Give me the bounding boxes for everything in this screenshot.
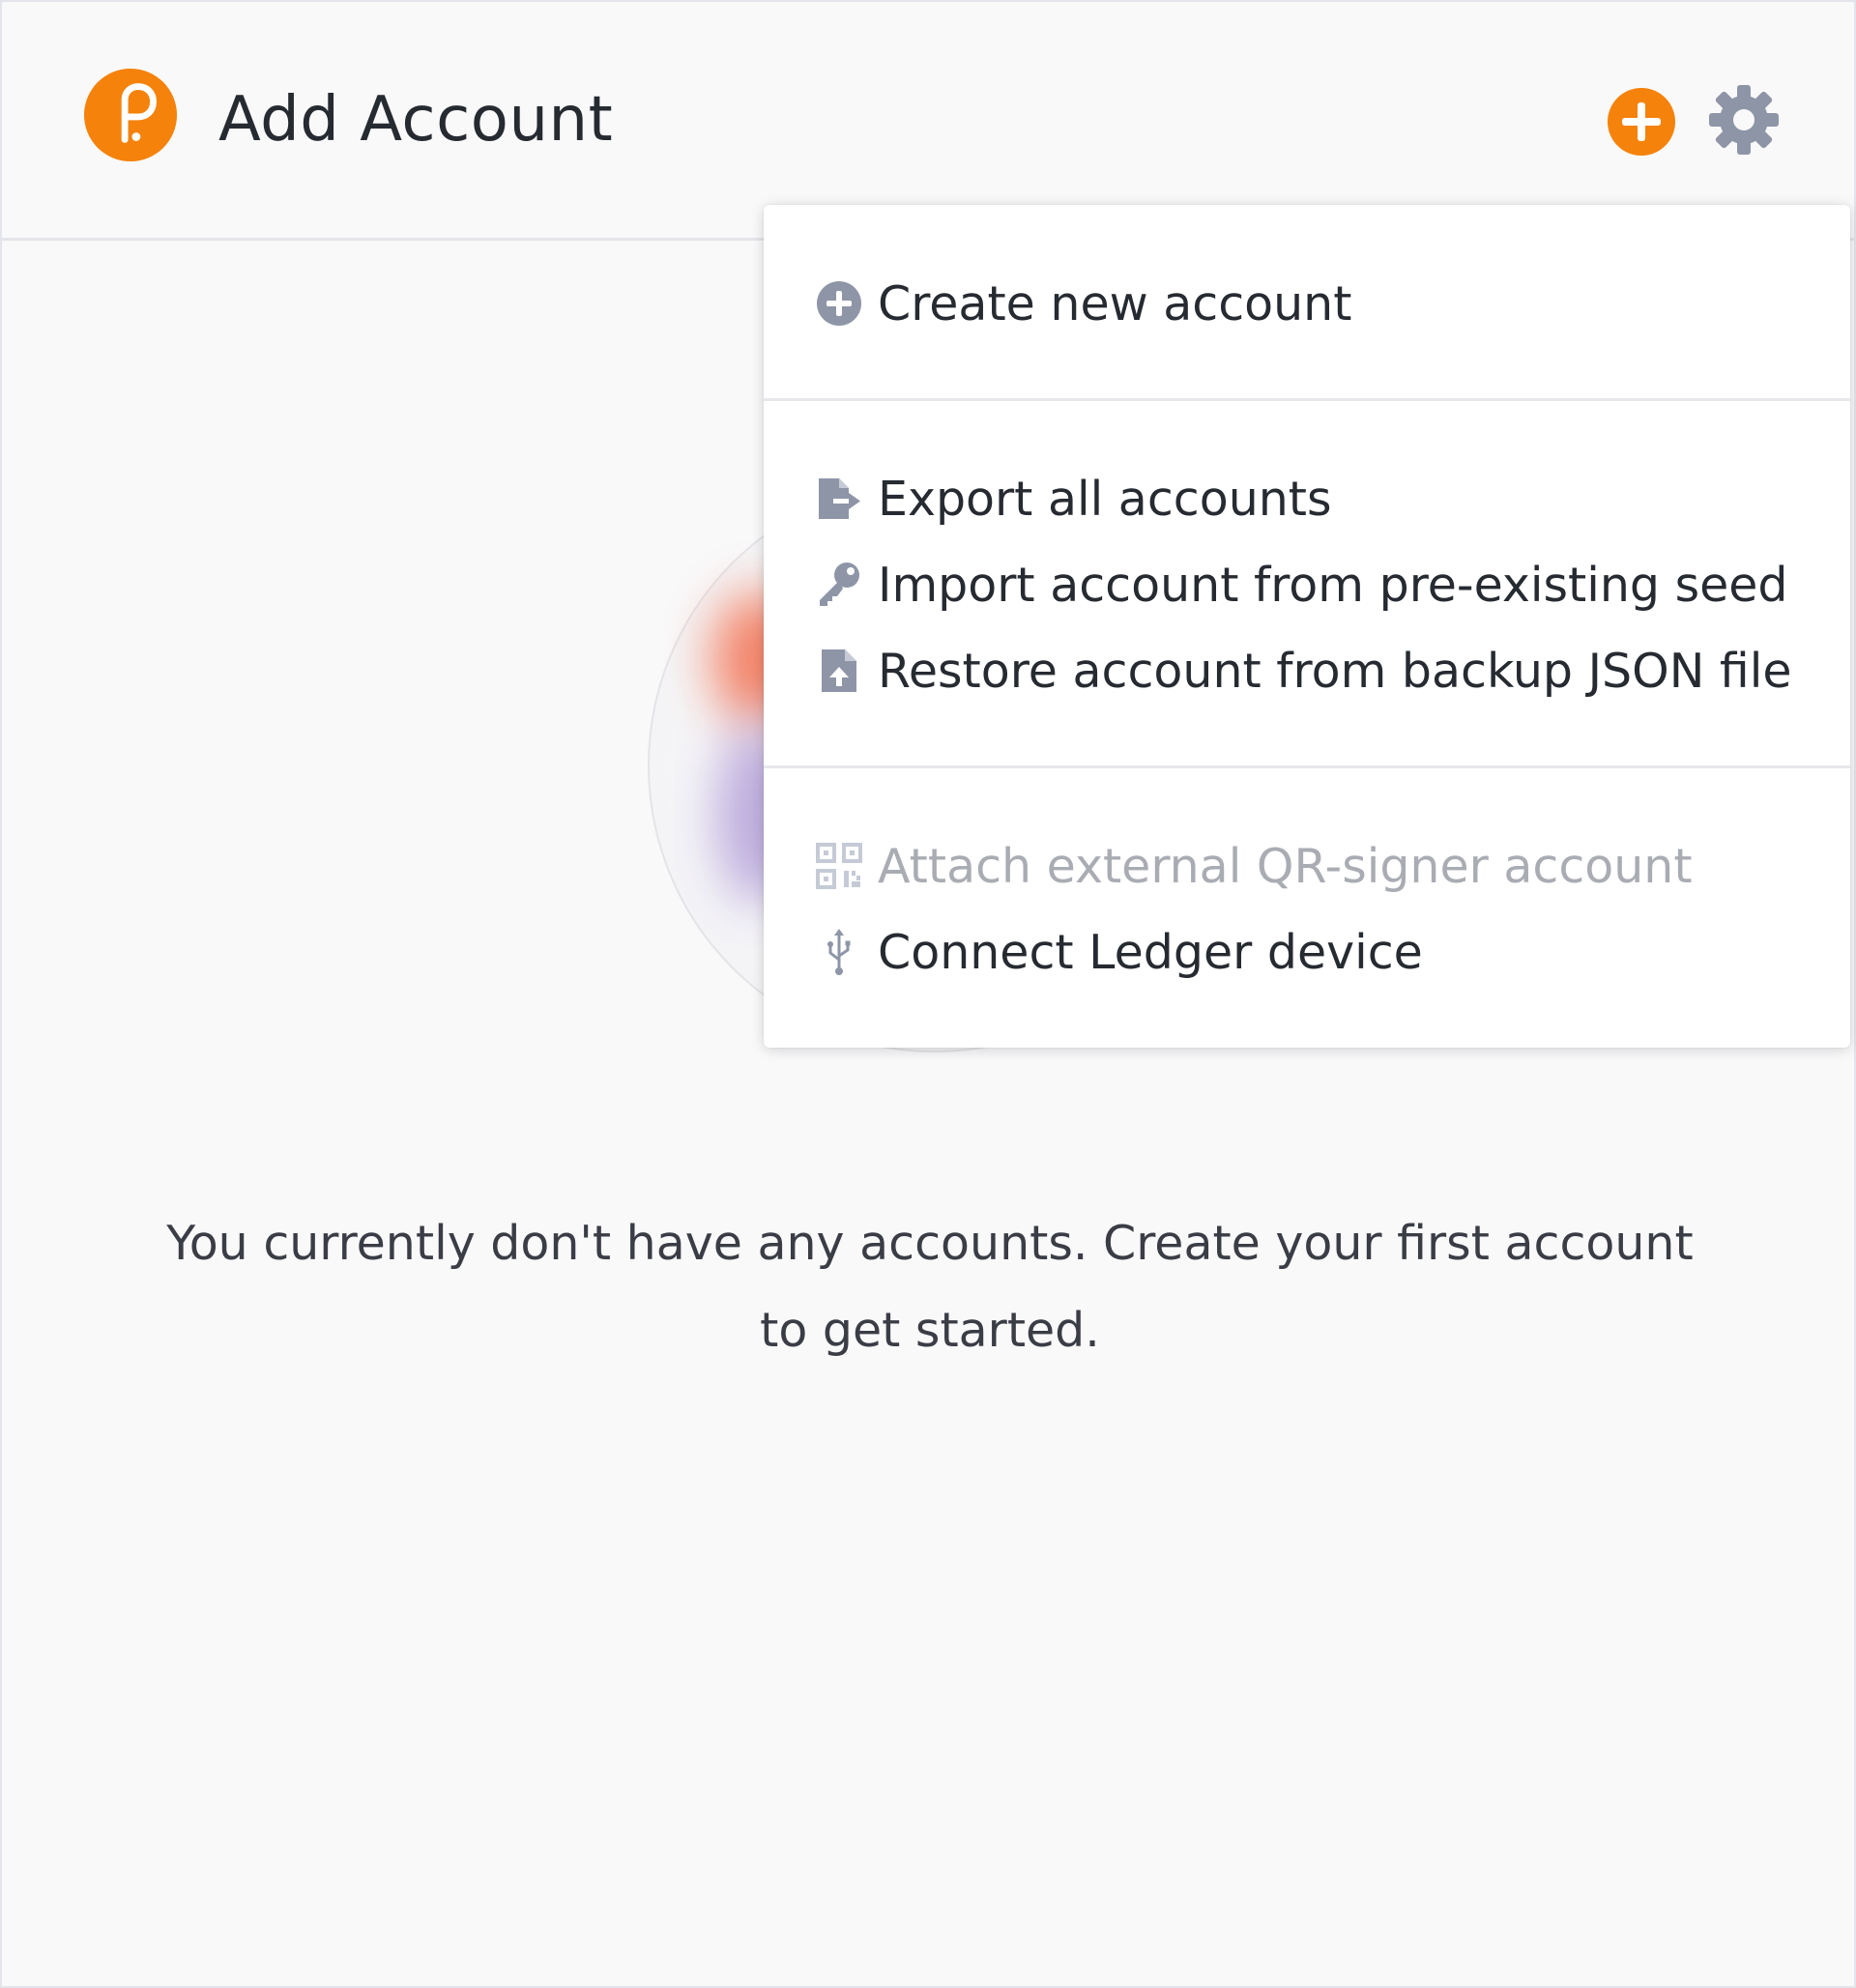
menu-divider bbox=[764, 398, 1850, 401]
popup-window: Add Account You currently don't have any… bbox=[0, 0, 1856, 1988]
menu-item-label: Import account from pre-existing seed bbox=[878, 557, 1788, 613]
menu-divider bbox=[764, 765, 1850, 768]
menu-item-export-all-accounts[interactable]: Export all accounts bbox=[814, 460, 1332, 537]
page-title: Add Account bbox=[218, 84, 614, 156]
file-export-icon bbox=[819, 478, 860, 519]
menu-item-label: Export all accounts bbox=[878, 471, 1332, 527]
qrcode-icon bbox=[816, 843, 862, 889]
menu-item-label: Restore account from backup JSON file bbox=[878, 643, 1792, 699]
menu-item-create-new-account[interactable]: Create new account bbox=[814, 265, 1351, 342]
polkadot-logo bbox=[83, 68, 178, 162]
menu-item-label: Create new account bbox=[878, 275, 1352, 331]
usb-icon bbox=[827, 929, 851, 975]
menu-item-label: Attach external QR-signer account bbox=[878, 838, 1693, 894]
gear-icon[interactable] bbox=[1707, 83, 1781, 157]
add-account-menu: Create new account Export all accounts I… bbox=[764, 205, 1850, 1048]
menu-item-import-from-seed[interactable]: Import account from pre-existing seed bbox=[814, 546, 1788, 623]
plus-circle-icon bbox=[817, 281, 861, 326]
key-icon bbox=[820, 562, 859, 606]
menu-item-label: Connect Ledger device bbox=[878, 924, 1423, 980]
add-account-button[interactable] bbox=[1607, 87, 1676, 157]
menu-item-restore-from-json[interactable]: Restore account from backup JSON file bbox=[814, 632, 1792, 709]
empty-state-message: You currently don't have any accounts. C… bbox=[166, 1216, 1694, 1358]
menu-item-connect-ledger[interactable]: Connect Ledger device bbox=[814, 913, 1423, 991]
menu-item-attach-qr-signer: Attach external QR-signer account bbox=[814, 827, 1693, 905]
file-upload-icon bbox=[822, 649, 856, 692]
